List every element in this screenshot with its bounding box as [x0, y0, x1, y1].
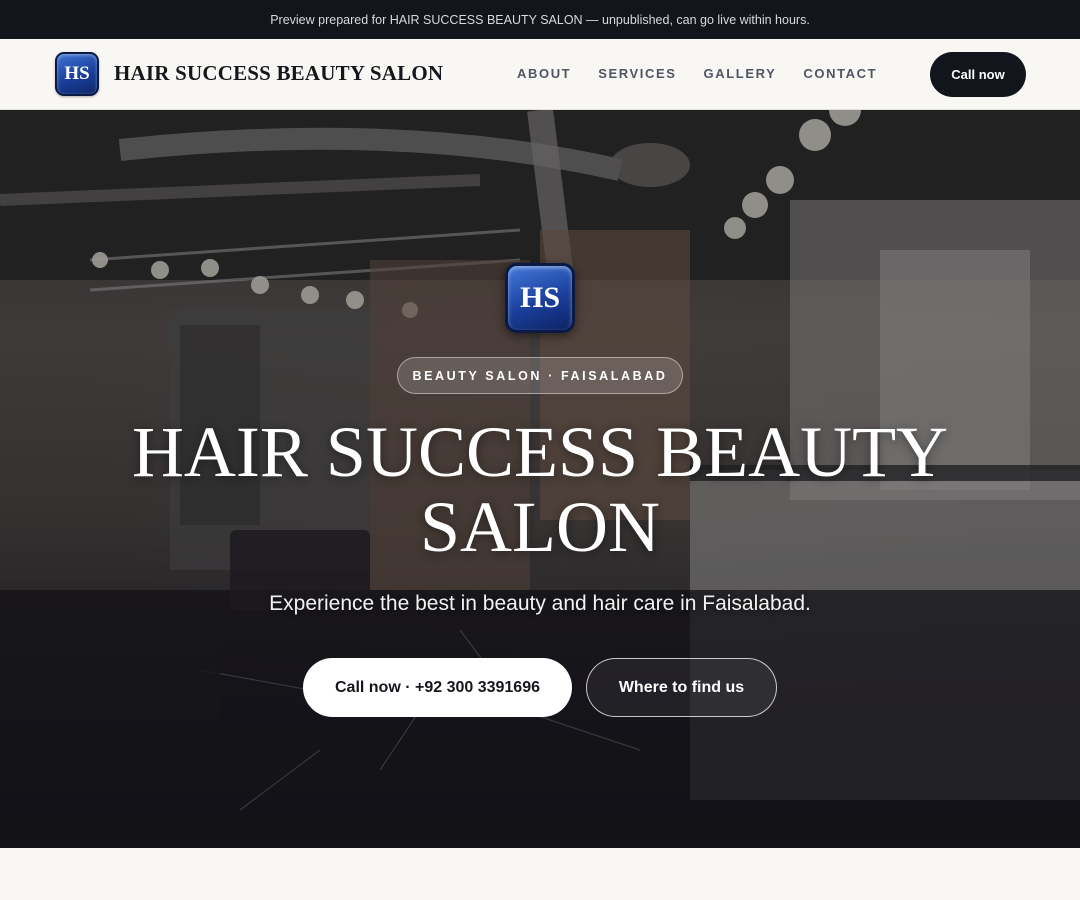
nav-link-services[interactable]: SERVICES: [598, 66, 676, 81]
hero-logo: HS: [505, 263, 575, 333]
next-section: [0, 848, 1080, 900]
main-nav: ABOUT SERVICES GALLERY CONTACT: [517, 66, 877, 81]
preview-banner: Preview prepared for HAIR SUCCESS BEAUTY…: [0, 0, 1080, 39]
preview-banner-text: Preview prepared for HAIR SUCCESS BEAUTY…: [270, 12, 810, 27]
nav-link-gallery[interactable]: GALLERY: [704, 66, 777, 81]
header-call-button[interactable]: Call now: [930, 52, 1026, 97]
hero-directions-button[interactable]: Where to find us: [586, 658, 777, 717]
hero-call-button[interactable]: Call now · +92 300 3391696: [303, 658, 572, 717]
hero-category-text: BEAUTY SALON · FAISALABAD: [412, 368, 668, 383]
hero-section: HS BEAUTY SALON · FAISALABAD HAIR SUCCES…: [0, 110, 1080, 848]
brand-logo-text: HS: [64, 63, 90, 84]
nav-link-contact[interactable]: CONTACT: [803, 66, 877, 81]
hero-subtitle: Experience the best in beauty and hair c…: [269, 592, 811, 615]
brand-name[interactable]: HAIR SUCCESS BEAUTY SALON: [114, 61, 443, 86]
hero-category-pill: BEAUTY SALON · FAISALABAD: [397, 357, 683, 394]
hero-title: HAIR SUCCESS BEAUTY SALON: [131, 412, 949, 567]
site-header: HS HAIR SUCCESS BEAUTY SALON ABOUT SERVI…: [0, 39, 1080, 110]
nav-link-about[interactable]: ABOUT: [517, 66, 571, 81]
brand-logo[interactable]: HS: [55, 52, 99, 96]
hero-logo-text: HS: [519, 281, 561, 314]
